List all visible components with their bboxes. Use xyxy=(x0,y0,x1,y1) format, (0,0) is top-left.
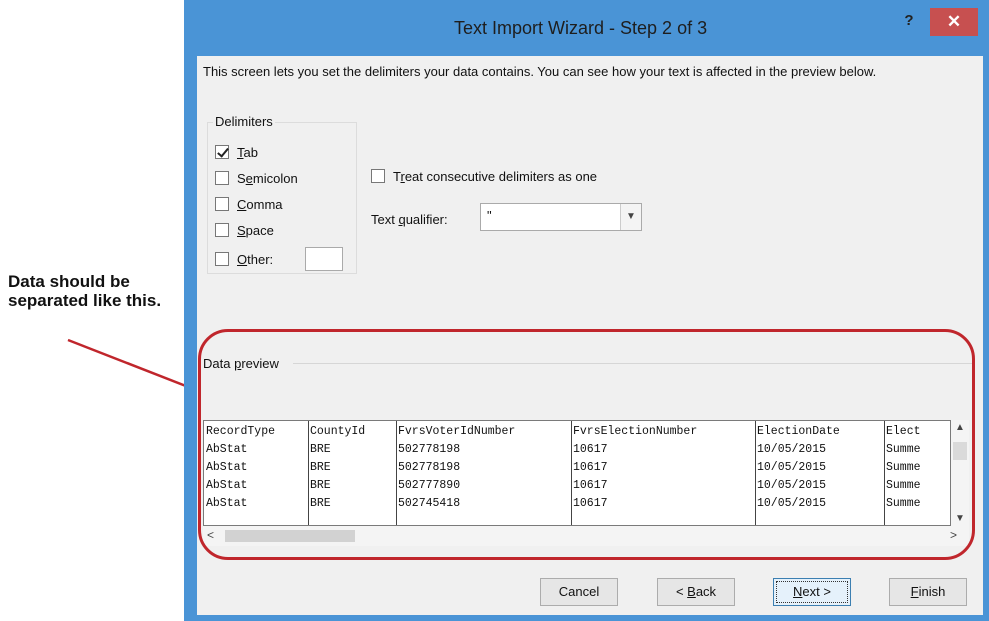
finish-button[interactable]: Finish xyxy=(889,578,967,606)
preview-cell: AbStat xyxy=(206,497,248,510)
preview-cell: 10/05/2015 xyxy=(757,479,827,492)
preview-cell: ElectionDate xyxy=(757,425,840,438)
preview-cell: AbStat xyxy=(206,443,248,456)
consecutive-checkbox[interactable] xyxy=(371,169,385,183)
annotation-text: Data should be separated like this. xyxy=(8,272,162,310)
other-checkbox-row[interactable]: Other: xyxy=(215,249,273,269)
delimiters-group-label: Delimiters xyxy=(213,114,275,129)
space-checkbox-row[interactable]: Space xyxy=(215,220,274,240)
other-checkbox[interactable] xyxy=(215,252,229,266)
preview-cell: 10/05/2015 xyxy=(757,461,827,474)
preview-cell: 502778198 xyxy=(398,443,461,456)
column-break-line[interactable] xyxy=(884,421,885,525)
preview-cell: AbStat xyxy=(206,461,248,474)
dialog-title: Text Import Wizard - Step 2 of 3 xyxy=(454,18,708,38)
preview-cell: BRE xyxy=(310,497,331,510)
data-preview-divider xyxy=(293,363,973,364)
horizontal-scrollbar[interactable]: < > xyxy=(203,526,969,546)
preview-cell: BRE xyxy=(310,443,331,456)
text-qualifier-label: Text qualifier: xyxy=(371,212,448,227)
semicolon-checkbox[interactable] xyxy=(215,171,229,185)
preview-cell: 10/05/2015 xyxy=(757,443,827,456)
preview-cell: 10/05/2015 xyxy=(757,497,827,510)
preview-cell: 502778198 xyxy=(398,461,461,474)
title-bar: Text Import Wizard - Step 2 of 3 ? ✕ xyxy=(184,0,989,56)
text-import-wizard-dialog: Text Import Wizard - Step 2 of 3 ? ✕ Thi… xyxy=(184,0,989,621)
text-qualifier-select[interactable]: " ▼ xyxy=(480,203,642,231)
preview-cell: 10617 xyxy=(573,497,608,510)
vertical-scroll-thumb[interactable] xyxy=(953,442,967,460)
preview-header-row: RecordType CountyId FvrsVoterIdNumber FvrsE… xyxy=(204,423,950,441)
semicolon-checkbox-row[interactable]: Semicolon xyxy=(215,168,298,188)
column-break-line[interactable] xyxy=(396,421,397,525)
vertical-scrollbar[interactable]: ▲ ▼ xyxy=(951,420,969,526)
comma-label: Comma xyxy=(237,196,283,212)
semicolon-label: Semicolon xyxy=(237,170,298,186)
back-button[interactable]: < Back xyxy=(657,578,735,606)
data-preview-label: Data preview xyxy=(203,356,279,371)
preview-cell: Summe xyxy=(886,479,921,492)
preview-data-row: AbStat BRE 502777890 10617 10/05/2015 Summe xyxy=(204,477,950,495)
data-preview-grid[interactable]: RecordType CountyId FvrsVoterIdNumber FvrsE… xyxy=(203,420,951,526)
preview-cell: 10617 xyxy=(573,443,608,456)
other-delimiter-input[interactable] xyxy=(305,247,343,271)
close-button[interactable]: ✕ xyxy=(930,8,978,36)
preview-cell: FvrsVoterIdNumber xyxy=(398,425,516,438)
preview-cell: AbStat xyxy=(206,479,248,492)
tab-label: Tab xyxy=(237,144,258,160)
column-break-line[interactable] xyxy=(755,421,756,525)
preview-cell: Summe xyxy=(886,443,921,456)
preview-cell: 10617 xyxy=(573,461,608,474)
comma-checkbox-row[interactable]: Comma xyxy=(215,194,283,214)
next-button[interactable]: Next > xyxy=(773,578,851,606)
preview-cell: 502777890 xyxy=(398,479,461,492)
chevron-down-icon[interactable]: ▼ xyxy=(620,204,641,230)
preview-cell: CountyId xyxy=(310,425,366,438)
intro-text: This screen lets you set the delimiters … xyxy=(203,64,877,79)
preview-cell: BRE xyxy=(310,461,331,474)
tab-checkbox[interactable] xyxy=(215,145,229,159)
scroll-right-icon[interactable]: > xyxy=(950,528,957,542)
preview-cell: 10617 xyxy=(573,479,608,492)
preview-cell: RecordType xyxy=(206,425,276,438)
column-break-line[interactable] xyxy=(308,421,309,525)
consecutive-checkbox-row[interactable]: Treat consecutive delimiters as one xyxy=(371,166,597,186)
preview-cell: Summe xyxy=(886,461,921,474)
scroll-left-icon[interactable]: < xyxy=(207,528,214,542)
preview-data-row: AbStat BRE 502778198 10617 10/05/2015 Summe xyxy=(204,441,950,459)
scroll-up-icon[interactable]: ▲ xyxy=(951,422,969,433)
dialog-body: This screen lets you set the delimiters … xyxy=(197,56,983,615)
other-label: Other: xyxy=(237,251,274,267)
cancel-button[interactable]: Cancel xyxy=(540,578,618,606)
space-checkbox[interactable] xyxy=(215,223,229,237)
preview-data-row: AbStat BRE 502778198 10617 10/05/2015 Summe xyxy=(204,459,950,477)
preview-cell: Elect xyxy=(886,425,921,438)
help-button[interactable]: ? xyxy=(898,10,920,32)
tab-checkbox-row[interactable]: Tab xyxy=(215,142,258,162)
next-button-focus-ring xyxy=(776,581,848,603)
column-break-line[interactable] xyxy=(571,421,572,525)
scroll-down-icon[interactable]: ▼ xyxy=(951,513,969,524)
preview-cell: BRE xyxy=(310,479,331,492)
comma-checkbox[interactable] xyxy=(215,197,229,211)
text-qualifier-value: " xyxy=(487,208,492,223)
preview-cell: Summe xyxy=(886,497,921,510)
consecutive-label: Treat consecutive delimiters as one xyxy=(393,168,598,184)
space-label: Space xyxy=(237,222,274,238)
preview-data-row: AbStat BRE 502745418 10617 10/05/2015 Summe xyxy=(204,495,950,513)
horizontal-scroll-thumb[interactable] xyxy=(225,530,355,542)
preview-cell: FvrsElectionNumber xyxy=(573,425,698,438)
preview-cell: 502745418 xyxy=(398,497,461,510)
